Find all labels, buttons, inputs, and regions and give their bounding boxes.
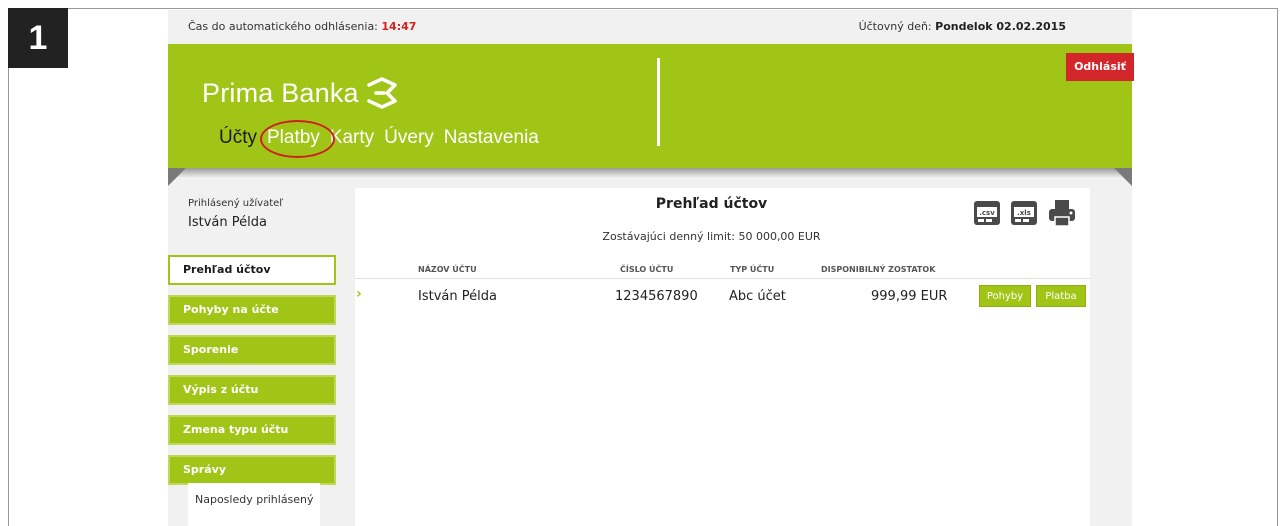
header-banner: Prima Banka Účty Platby Karty Úvery Nast… [168, 44, 1132, 168]
sidebar-item-vypis-z-uctu[interactable]: Výpis z účtu [168, 375, 336, 405]
print-icon[interactable] [1047, 198, 1077, 228]
logged-user-box: Prihlásený užívateľ István Példa [188, 198, 338, 230]
payment-button[interactable]: Platba [1036, 285, 1086, 307]
logo-text: Prima Banka [202, 77, 359, 108]
session-timeout-value: 14:47 [381, 20, 417, 33]
sidebar-item-prehlad-uctov[interactable]: Prehľad účtov [168, 255, 336, 285]
account-type: Abc účet [729, 289, 786, 304]
header-divider [657, 58, 660, 146]
chevron-right-icon[interactable]: › [356, 286, 362, 302]
highlight-circle [260, 120, 335, 158]
export-toolbar: .csv .xls [973, 198, 1077, 228]
nav-item-ucty[interactable]: Účty [219, 127, 257, 149]
accounting-day: Účtovný deň: Pondelok 02.02.2015 [859, 20, 1066, 33]
logged-user-caption: Prihlásený užívateľ [188, 198, 284, 209]
sidebar-item-pohyby-na-ucte[interactable]: Pohyby na účte [168, 295, 336, 325]
movements-button[interactable]: Pohyby [979, 285, 1031, 307]
main-nav: Účty Platby Karty Úvery Nastavenia [219, 120, 549, 158]
nav-item-uvery[interactable]: Úvery [384, 127, 434, 149]
table-row[interactable]: › István Példa 1234567890 Abc účet 999,9… [355, 283, 1090, 311]
col-header-balance: DISPONIBILNÝ ZOSTATOK [821, 265, 936, 274]
col-header-number: ČÍSLO ÚČTU [620, 265, 674, 274]
sidebar-item-sporenie[interactable]: Sporenie [168, 335, 336, 365]
accounting-day-label: Účtovný deň: [858, 20, 932, 33]
xls-export-icon[interactable]: .xls [1010, 198, 1040, 228]
account-balance: 999,99 EUR [871, 289, 948, 304]
col-header-name: NÁZOV ÚČTU [418, 265, 477, 274]
logged-user-name: István Példa [188, 215, 267, 230]
session-timeout: Čas do automatického odhlásenia: 14:47 [188, 20, 416, 33]
header-corner-right [1114, 168, 1132, 186]
screenshot-frame: Čas do automatického odhlásenia: 14:47 Ú… [0, 0, 1285, 526]
col-header-type: TYP ÚČTU [730, 265, 775, 274]
svg-text:.csv: .csv [979, 209, 995, 217]
sidebar-item-zmena-typu-uctu[interactable]: Zmena typu účtu [168, 415, 336, 445]
last-login-label: Naposledy prihlásený [195, 493, 314, 506]
page-title: Prehľad účtov [655, 196, 768, 212]
account-number: 1234567890 [615, 289, 698, 304]
logout-button[interactable]: Odhlásiť [1066, 53, 1134, 81]
nav-item-karty[interactable]: Karty [330, 127, 374, 149]
sidebar-menu: Prehľad účtov Pohyby na účte Sporenie Vý… [168, 255, 336, 495]
nav-item-nastavenia[interactable]: Nastavenia [444, 127, 539, 149]
session-timeout-label: Čas do automatického odhlásenia: [188, 20, 378, 33]
header-shadow [168, 168, 1132, 178]
csv-export-icon[interactable]: .csv [973, 198, 1003, 228]
nav-item-platby[interactable]: Platby [260, 120, 335, 158]
account-name: István Példa [418, 289, 497, 304]
daily-limit-text: Zostávajúci denný limit: 50 000,00 EUR [602, 230, 821, 243]
svg-text:.xls: .xls [1017, 209, 1031, 217]
accounts-table-header: NÁZOV ÚČTU ČÍSLO ÚČTU TYP ÚČTU DISPONIBI… [355, 263, 1090, 279]
bank-logo[interactable]: Prima Banka [202, 76, 401, 110]
top-info-bar: Čas do automatického odhlásenia: 14:47 Ú… [168, 10, 1132, 44]
bank-page: Čas do automatického odhlásenia: 14:47 Ú… [168, 10, 1134, 526]
accounts-overview-panel: Prehľad účtov Zostávajúci denný limit: 5… [355, 188, 1090, 526]
accounting-day-value: Pondelok 02.02.2015 [935, 20, 1066, 33]
sidebar-item-spravy[interactable]: Správy [168, 455, 336, 485]
header-corner-left [168, 168, 186, 186]
logo-heart-icon [367, 77, 397, 109]
step-number-badge: 1 [8, 8, 68, 68]
last-login-box: Naposledy prihlásený [188, 483, 320, 526]
